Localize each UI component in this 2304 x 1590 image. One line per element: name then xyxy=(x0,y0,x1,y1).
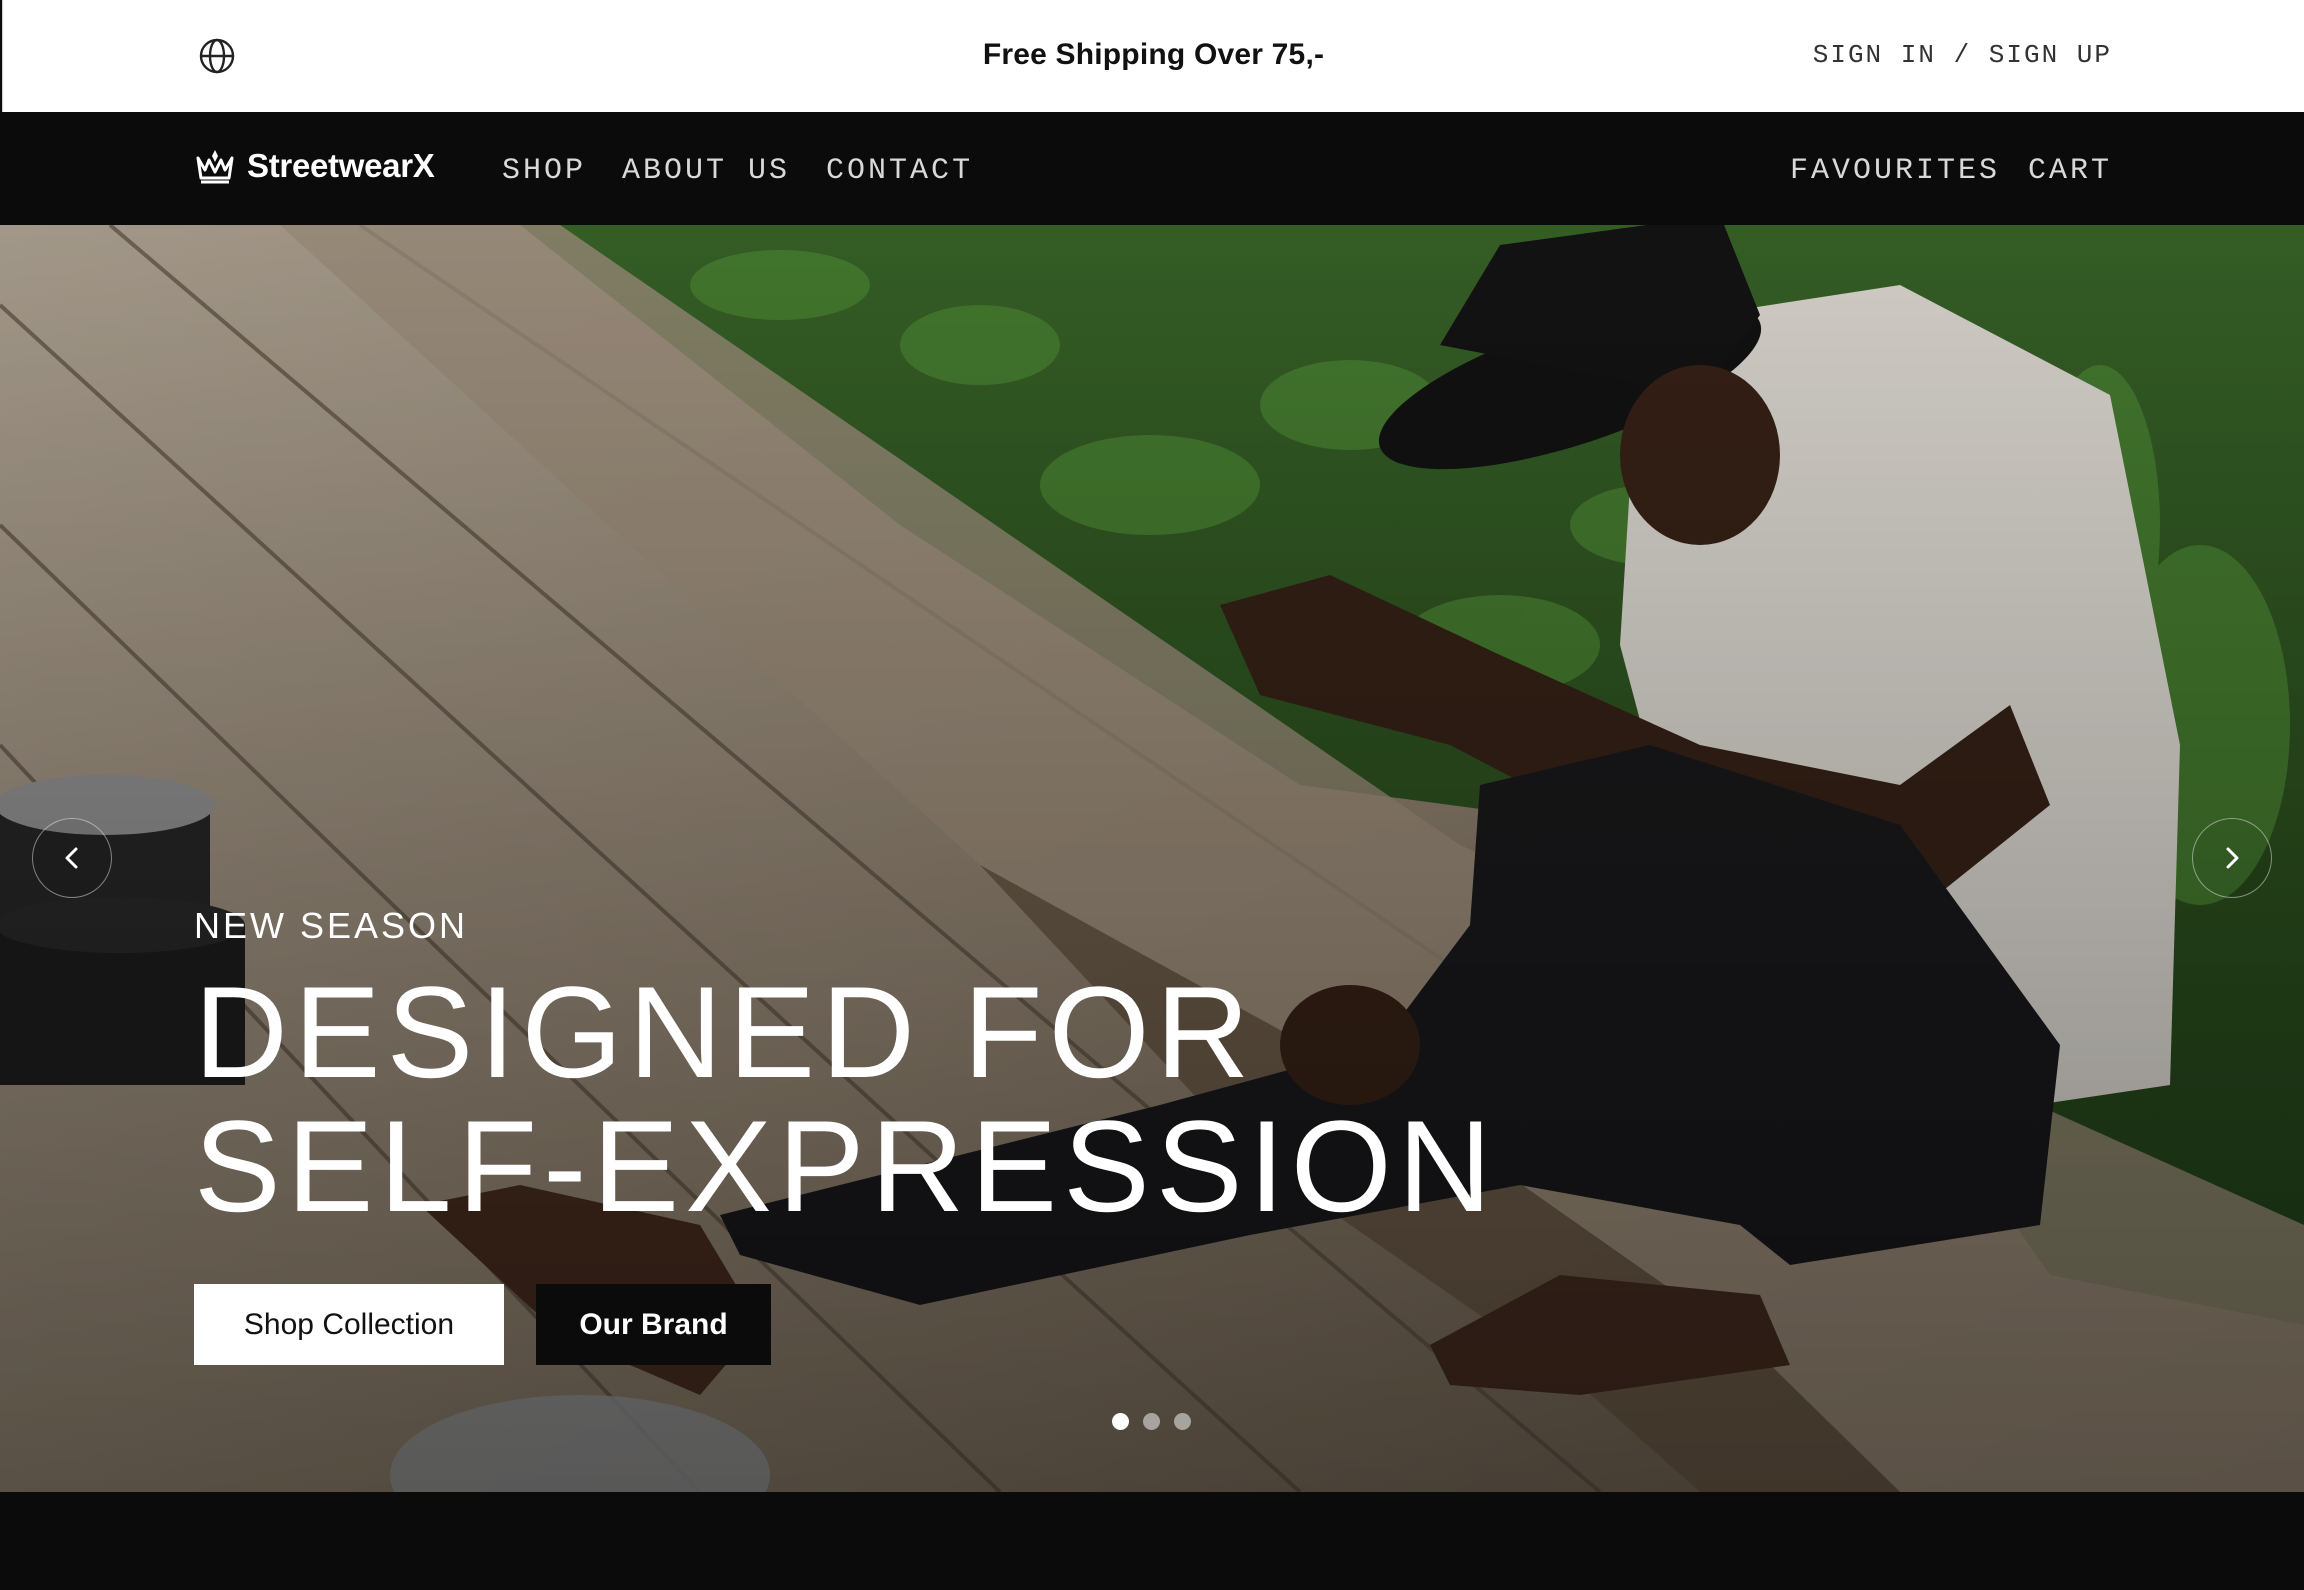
carousel-prev-button[interactable] xyxy=(32,818,112,898)
shop-collection-button[interactable]: Shop Collection xyxy=(194,1284,504,1365)
hero-copy: NEW SEASON DESIGNED FOR SELF-EXPRESSION xyxy=(194,905,1498,1233)
below-hero-section xyxy=(0,1492,2304,1590)
utility-nav-links: FAVOURITES CART xyxy=(1790,154,2112,188)
brand-name: StreetwearX xyxy=(247,147,435,184)
chevron-left-icon xyxy=(65,847,78,869)
hero-headline-line-1: DESIGNED FOR xyxy=(194,959,1256,1105)
carousel-dot-2[interactable] xyxy=(1143,1413,1160,1430)
nav-contact[interactable]: CONTACT xyxy=(826,154,973,188)
hero-headline-line-2: SELF-EXPRESSION xyxy=(194,1093,1498,1239)
brand-logo[interactable]: StreetwearX xyxy=(195,146,435,186)
carousel-next-button[interactable] xyxy=(2192,818,2272,898)
nav-favourites[interactable]: FAVOURITES xyxy=(1790,154,2000,188)
nav-cart[interactable]: CART xyxy=(2028,154,2112,188)
hero-carousel: NEW SEASON DESIGNED FOR SELF-EXPRESSION … xyxy=(0,225,2304,1492)
carousel-dot-3[interactable] xyxy=(1174,1413,1191,1430)
carousel-pagination xyxy=(1112,1413,1191,1430)
hero-eyebrow: NEW SEASON xyxy=(194,905,469,946)
nav-shop[interactable]: SHOP xyxy=(502,154,586,188)
nav-about-us[interactable]: ABOUT US xyxy=(622,154,790,188)
primary-nav-links: SHOP ABOUT US CONTACT xyxy=(502,154,973,188)
sign-in-sign-up-link[interactable]: SIGN IN / SIGN UP xyxy=(1813,40,2112,70)
carousel-dot-1[interactable] xyxy=(1112,1413,1129,1430)
hero-cta-group: Shop Collection Our Brand xyxy=(194,1284,771,1365)
hero-headline: DESIGNED FOR SELF-EXPRESSION xyxy=(194,965,1498,1233)
our-brand-button[interactable]: Our Brand xyxy=(536,1284,771,1365)
crown-icon xyxy=(196,150,234,184)
chevron-right-icon xyxy=(2226,847,2239,869)
announcement-bar: Free Shipping Over 75,- SIGN IN / SIGN U… xyxy=(2,0,2304,112)
main-navigation: StreetwearX SHOP ABOUT US CONTACT FAVOUR… xyxy=(0,112,2304,225)
